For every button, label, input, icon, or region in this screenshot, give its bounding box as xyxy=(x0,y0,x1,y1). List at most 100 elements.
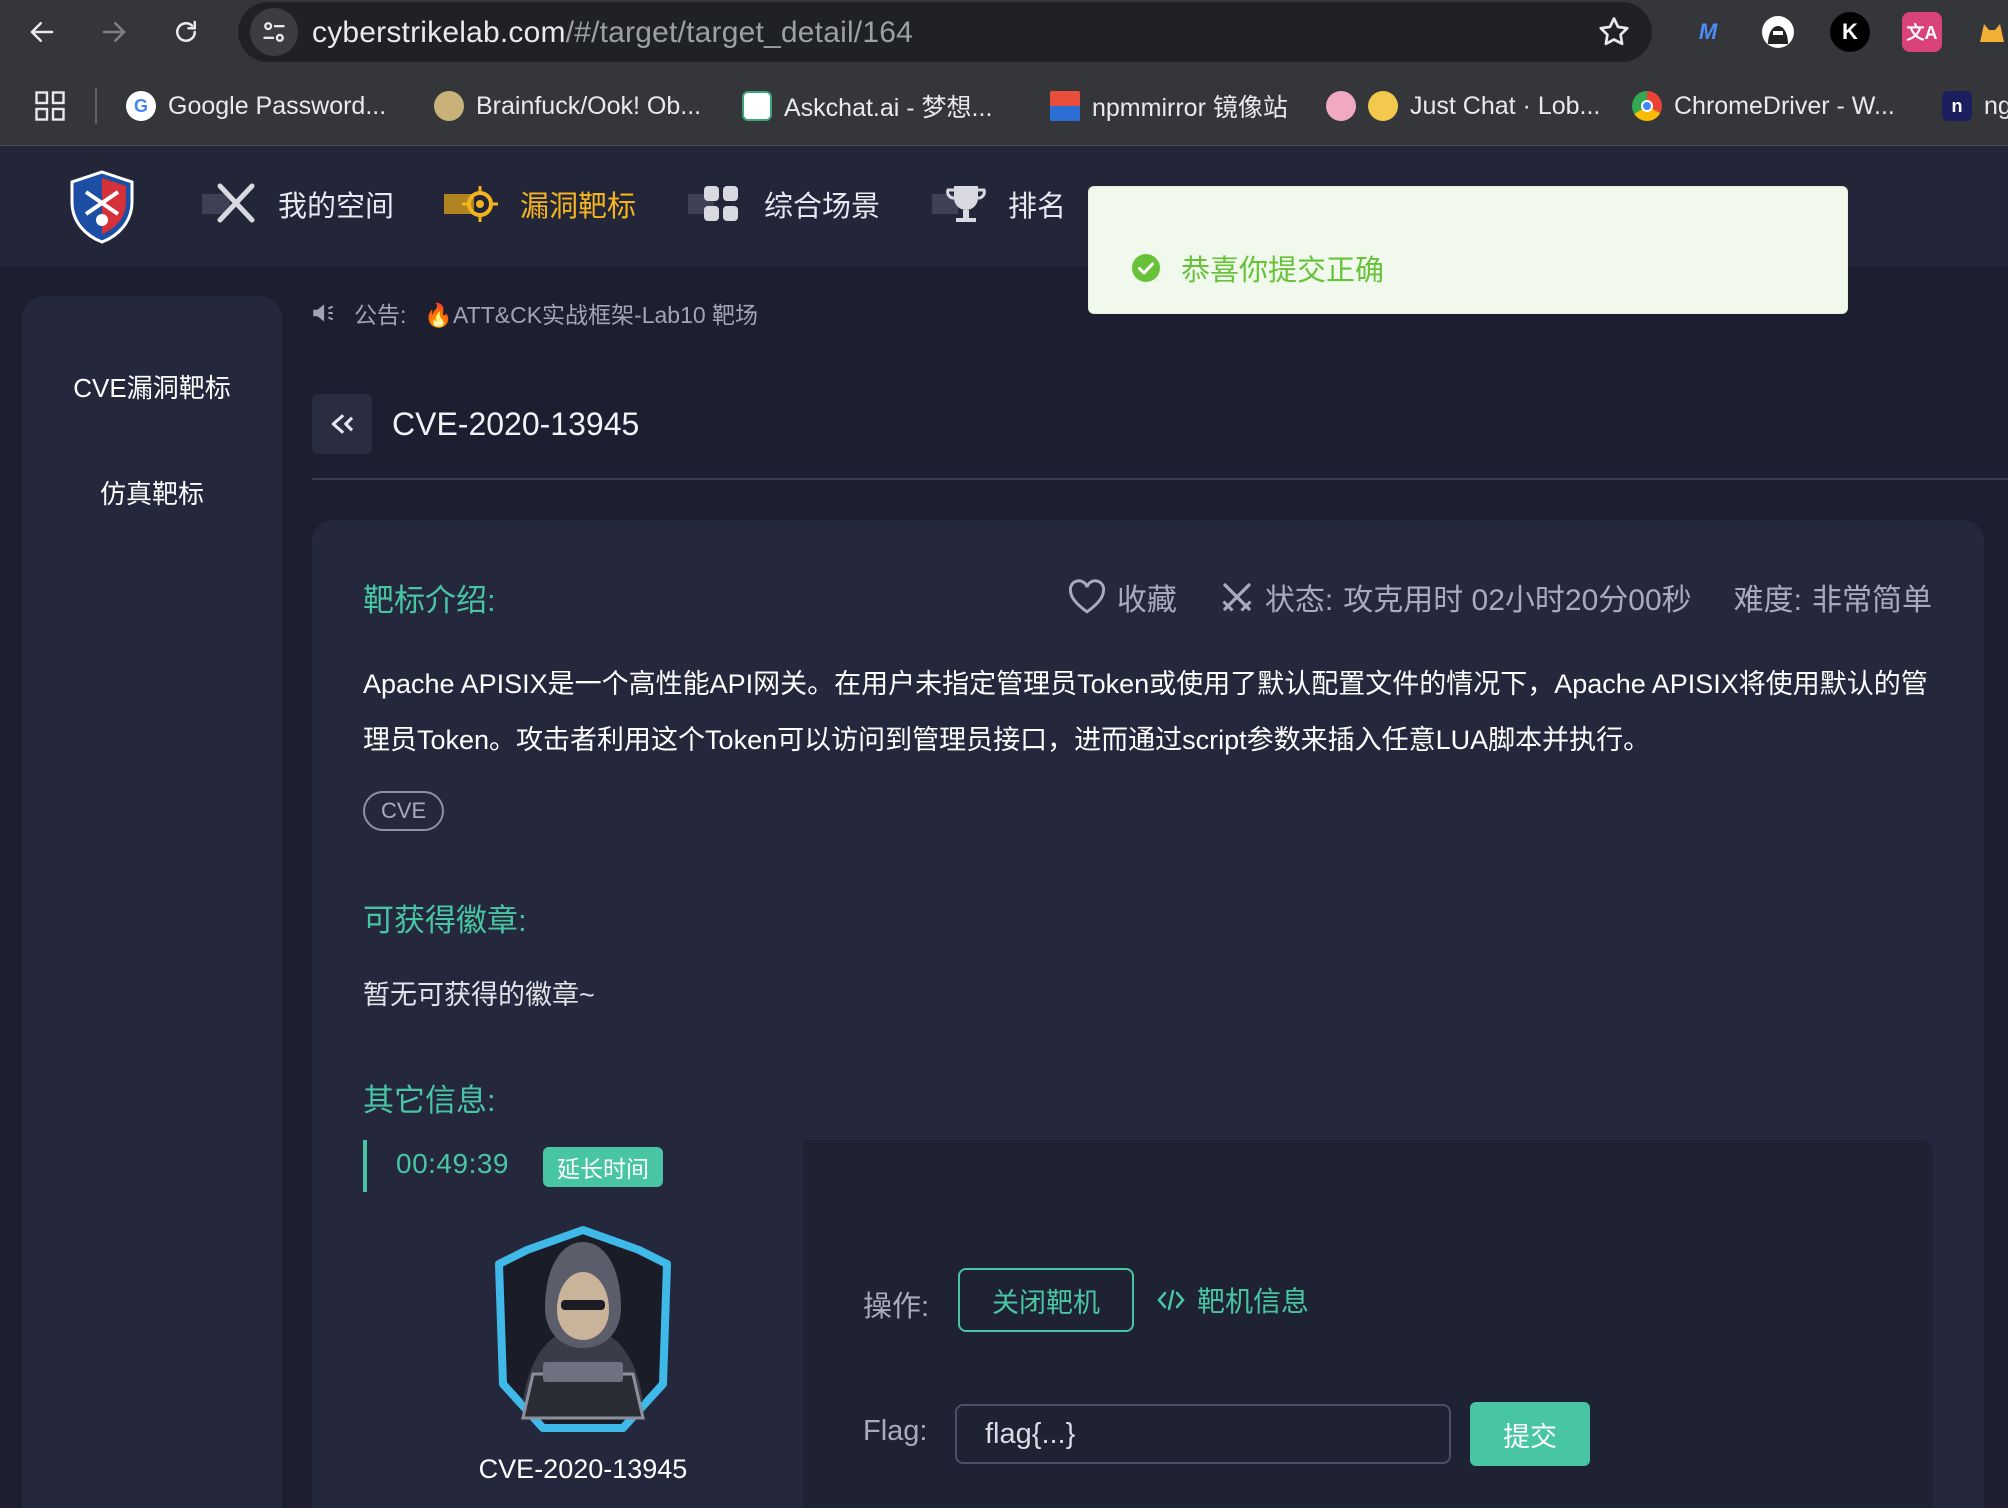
back-double-arrow-icon xyxy=(331,414,354,434)
cat-extension-icon[interactable] xyxy=(1972,12,2008,52)
bookmarks-divider xyxy=(95,88,97,124)
target-description: Apache APISIX是一个高性能API网关。在用户未指定管理员Token或… xyxy=(363,669,1928,755)
difficulty-label: 难度: xyxy=(1733,584,1802,617)
difficulty-group: 难度: 非常简单 xyxy=(1734,575,1932,619)
lab-instance-card: 00:49:39 延长时间 CVE-2020-13945 xyxy=(363,1140,803,1508)
bookmark-brainfuck[interactable]: Brainfuck/Ook! Ob... xyxy=(434,86,701,126)
heart-icon xyxy=(1068,579,1105,614)
apps-grid-icon[interactable] xyxy=(32,88,68,124)
close-instance-button[interactable]: 关闭靶机 xyxy=(958,1268,1134,1332)
bookmark-chromedriver[interactable]: ChromeDriver - W... xyxy=(1632,86,1895,126)
nav-my-space[interactable]: 我的空间 xyxy=(202,176,394,232)
countdown-timer: 00:49:39 xyxy=(396,1148,509,1179)
bookmark-label: Google Password... xyxy=(168,91,387,120)
just-chat-icon xyxy=(1326,91,1356,121)
bookmark-label: ng xyxy=(1984,91,2008,120)
other-info-heading: 其它信息: xyxy=(363,1083,496,1118)
bookmark-npmmirror[interactable]: npmmirror 镜像站 xyxy=(1050,86,1288,126)
n-icon: n xyxy=(1942,91,1972,121)
browser-toolbar: cyberstrikelab.com/#/target/target_detai… xyxy=(0,0,2008,64)
ops-label: 操作: xyxy=(863,1291,930,1323)
favorite-button[interactable]: 收藏 xyxy=(1067,575,1177,619)
bookmark-label: npmmirror 镜像站 xyxy=(1092,94,1288,122)
site-logo-shield-icon[interactable] xyxy=(64,168,140,244)
hacker-extension-icon[interactable] xyxy=(1758,12,1798,52)
grid-icon xyxy=(688,186,738,221)
status-label: 状态: xyxy=(1264,584,1334,617)
npmmirror-icon xyxy=(1050,91,1080,121)
emoji-icon xyxy=(1368,91,1398,121)
announcement-text: 🔥ATT&CK实战框架-Lab10 靶场 xyxy=(424,302,759,328)
site-settings-icon[interactable] xyxy=(250,8,298,56)
url-text: cyberstrikelab.com/#/target/target_detai… xyxy=(312,16,913,50)
translate-extension-icon[interactable]: 文A xyxy=(1902,12,1942,52)
check-circle-icon xyxy=(1132,254,1160,282)
intro-heading: 靶标介绍: xyxy=(363,583,496,618)
bookmark-label: ChromeDriver - W... xyxy=(1674,91,1895,120)
page-title: CVE-2020-13945 xyxy=(392,406,640,442)
status-group: 状态: 攻克用时 02小时20分00秒 xyxy=(1219,575,1692,619)
badges-heading: 可获得徽章: xyxy=(363,903,527,938)
reload-icon[interactable] xyxy=(162,8,210,56)
back-arrow-icon[interactable] xyxy=(18,8,66,56)
instance-info-label: 靶机信息 xyxy=(1197,1286,1310,1317)
askchat-icon xyxy=(742,91,772,121)
sidebar-item-sim-targets[interactable]: 仿真靶标 xyxy=(22,474,282,511)
nav-label: 我的空间 xyxy=(278,191,395,223)
trophy-icon xyxy=(932,186,986,222)
target-meta: 收藏 状态: 攻克用时 02小时20分00秒 难度: 非常简单 xyxy=(1025,575,1932,619)
chrome-icon xyxy=(1632,91,1662,121)
lab-panel: 00:49:39 延长时间 CVE-2020-13945 操作: 关闭靶机 靶机… xyxy=(363,1140,1933,1508)
target-icon xyxy=(444,186,498,222)
extend-time-button[interactable]: 延长时间 xyxy=(543,1147,663,1187)
speaker-icon xyxy=(313,304,334,322)
nav-vuln-targets[interactable]: 漏洞靶标 xyxy=(444,176,636,232)
bookmarks-bar: G Google Password... Brainfuck/Ook! Ob..… xyxy=(0,64,2008,146)
m-extension-icon[interactable]: M xyxy=(1688,12,1728,52)
nav-label: 排名 xyxy=(1008,191,1067,223)
toast-message: 恭喜你提交正确 xyxy=(1181,255,1385,287)
bookmark-just-chat[interactable]: Just Chat · Lob... xyxy=(1326,86,1600,126)
announcement-label: 公告: xyxy=(354,302,407,328)
nav-scenarios[interactable]: 综合场景 xyxy=(688,176,880,232)
submit-flag-button[interactable]: 提交 xyxy=(1470,1402,1590,1466)
bookmark-google-password[interactable]: G Google Password... xyxy=(126,86,386,126)
lab-instance-name: CVE-2020-13945 xyxy=(478,1454,688,1484)
bookmark-label: Just Chat · Lob... xyxy=(1410,91,1601,120)
nav-ranking[interactable]: 排名 xyxy=(932,176,1066,232)
bookmark-ng[interactable]: n ng xyxy=(1942,86,2008,126)
difficulty-value: 非常简单 xyxy=(1812,584,1932,617)
nav-label: 漏洞靶标 xyxy=(520,191,637,223)
swords-icon xyxy=(202,183,255,223)
hacker-avatar-icon xyxy=(495,1226,671,1432)
back-button[interactable] xyxy=(312,394,372,454)
google-password-icon: G xyxy=(126,91,156,121)
badges-empty-text: 暂无可获得的徽章~ xyxy=(363,980,595,1010)
code-icon xyxy=(1157,1289,1185,1311)
bookmark-star-icon[interactable] xyxy=(1596,14,1632,50)
brain-icon xyxy=(434,91,464,121)
timer-accent-bar xyxy=(363,1140,367,1192)
sidebar: CVE漏洞靶标 仿真靶标 xyxy=(22,296,282,1508)
forward-arrow-icon[interactable] xyxy=(90,8,138,56)
title-divider xyxy=(312,478,2008,480)
flag-label: Flag: xyxy=(863,1415,928,1447)
address-bar[interactable]: cyberstrikelab.com/#/target/target_detai… xyxy=(238,2,1652,62)
bookmark-label: Askchat.ai - 梦想... xyxy=(784,94,993,122)
flag-input[interactable] xyxy=(955,1404,1451,1464)
url-host: cyberstrikelab.com xyxy=(312,16,566,49)
announcement-bar[interactable]: 公告: 🔥ATT&CK实战框架-Lab10 靶场 xyxy=(310,296,758,330)
category-tag: CVE xyxy=(363,791,445,831)
swords-icon xyxy=(1222,583,1252,612)
success-toast: 恭喜你提交正确 xyxy=(1088,186,1848,314)
k-extension-icon[interactable]: K xyxy=(1830,12,1870,52)
nav-label: 综合场景 xyxy=(764,191,881,223)
bookmark-askchat[interactable]: Askchat.ai - 梦想... xyxy=(742,86,992,126)
url-path: /#/target/target_detail/164 xyxy=(565,16,913,49)
target-detail-card: 靶标介绍: 收藏 状态: 攻克用时 02小时20分00秒 难度: 非常简单 Ap… xyxy=(312,520,1984,1508)
status-value: 攻克用时 02小时20分00秒 xyxy=(1343,584,1692,617)
sidebar-item-cve-targets[interactable]: CVE漏洞靶标 xyxy=(22,368,282,405)
instance-info-link[interactable]: 靶机信息 xyxy=(1157,1280,1309,1320)
bookmark-label: Brainfuck/Ook! Ob... xyxy=(476,91,702,120)
favorite-label: 收藏 xyxy=(1116,584,1177,617)
